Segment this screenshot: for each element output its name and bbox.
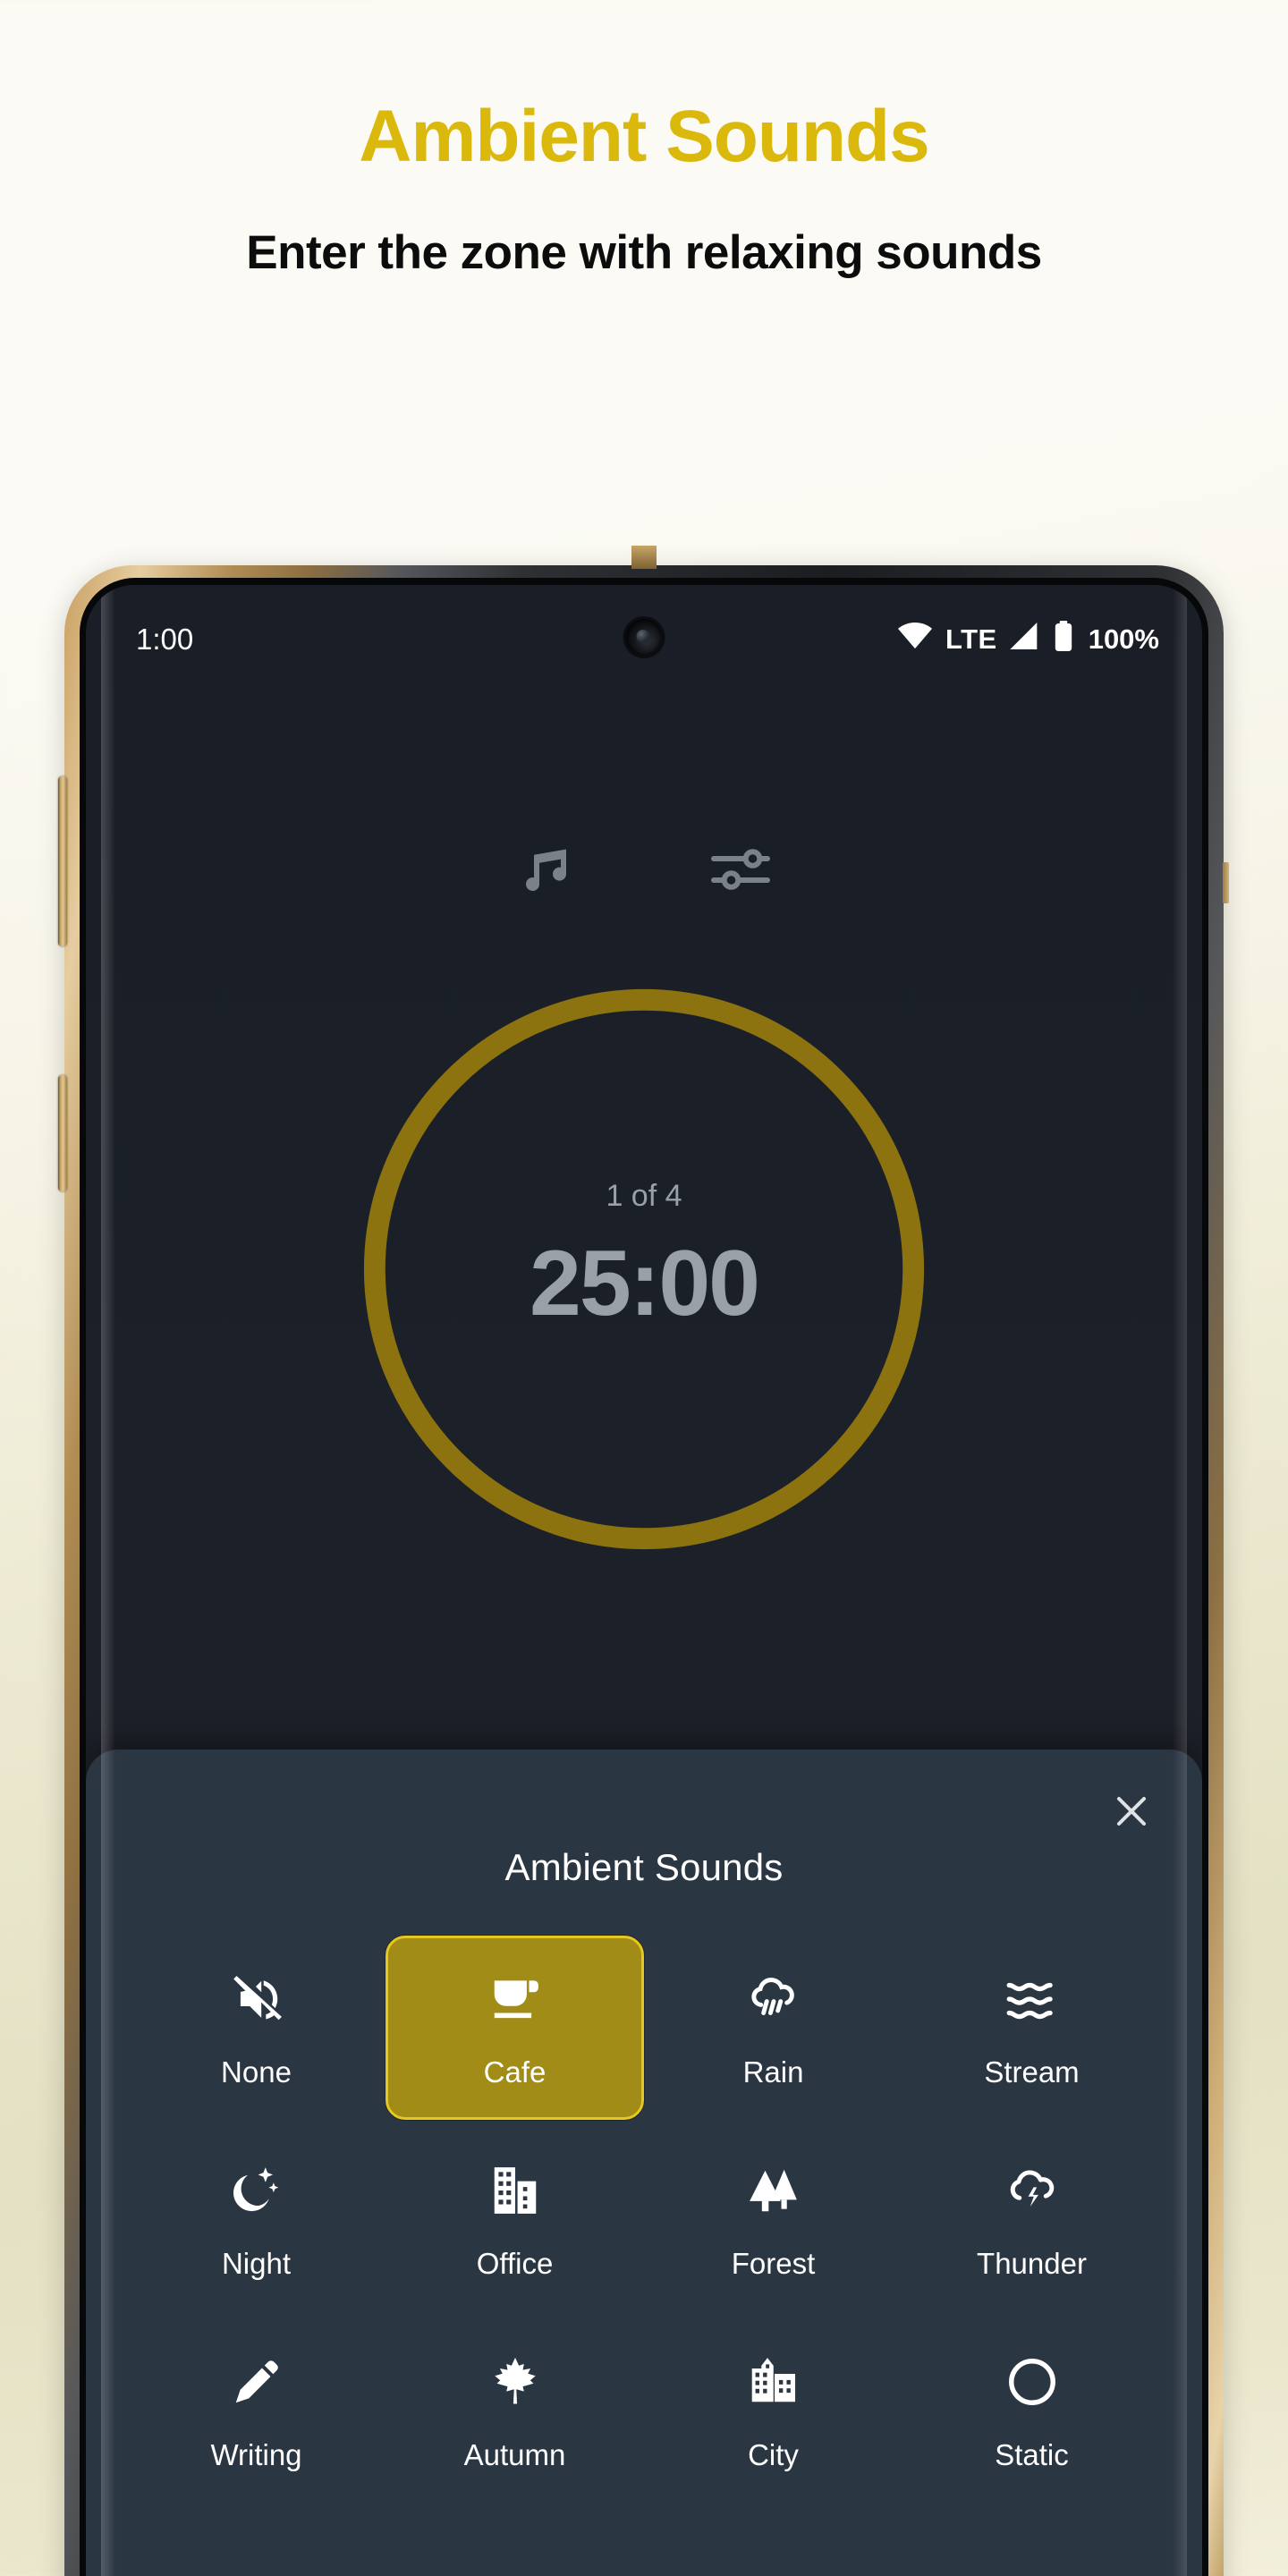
pencil-icon — [229, 2349, 284, 2415]
phone-side-nub — [1223, 862, 1229, 903]
battery-percent-label: 100% — [1088, 623, 1159, 655]
sound-tile-label: Thunder — [977, 2247, 1087, 2280]
thunder-cloud-icon — [1004, 2157, 1060, 2224]
promo-header: Ambient Sounds Enter the zone with relax… — [0, 0, 1288, 284]
tune-sliders-icon[interactable] — [708, 837, 773, 902]
phone-volume-button[interactable] — [58, 1075, 67, 1191]
phone-top-antenna-line — [631, 546, 657, 569]
close-x-icon[interactable] — [1102, 1782, 1161, 1841]
sound-tile-label: Stream — [984, 2055, 1080, 2089]
page-subtitle: Enter the zone with relaxing sounds — [246, 226, 1042, 279]
sound-tile-office[interactable]: Office — [386, 2127, 644, 2311]
sound-tile-autumn[interactable]: Autumn — [386, 2318, 644, 2503]
coffee-cup-icon — [487, 1966, 543, 2032]
sound-tile-label: Static — [995, 2438, 1069, 2471]
sound-tile-static[interactable]: Static — [902, 2318, 1161, 2503]
office-building-icon — [487, 2157, 543, 2224]
sound-tile-label: Forest — [731, 2247, 816, 2280]
waves-icon — [1004, 1966, 1060, 2032]
sound-tile-night[interactable]: Night — [127, 2127, 386, 2311]
timer-countdown-label: 25:00 — [530, 1232, 760, 1335]
sound-tile-rain[interactable]: Rain — [644, 1936, 902, 2120]
circle-icon — [1004, 2349, 1060, 2415]
moon-stars-icon — [229, 2157, 284, 2224]
sound-tile-thunder[interactable]: Thunder — [902, 2127, 1161, 2311]
phone-screen: 1:00 LTE 100% 1 of 4 25:00 Ambient Sound… — [86, 585, 1202, 2576]
sound-tile-label: Cafe — [483, 2055, 547, 2089]
pomodoro-timer: 1 of 4 25:00 — [353, 979, 935, 1560]
status-clock: 1:00 — [136, 623, 194, 656]
sound-tile-city[interactable]: City — [644, 2318, 902, 2503]
sound-tile-none[interactable]: None — [127, 1936, 386, 2120]
sound-tile-label: Office — [476, 2247, 554, 2280]
sound-tile-label: Autumn — [463, 2438, 566, 2471]
battery-full-icon — [1053, 621, 1074, 658]
sheet-title: Ambient Sounds — [504, 1846, 784, 1888]
ambient-sounds-sheet: Ambient Sounds None Cafe Rain Stream Nig… — [86, 1750, 1202, 2576]
page-title: Ambient Sounds — [359, 96, 929, 177]
app-toolbar — [86, 837, 1202, 902]
sound-tile-label: Writing — [210, 2438, 302, 2471]
phone-mockup: 1:00 LTE 100% 1 of 4 25:00 Ambient Sound… — [58, 546, 1229, 2576]
volume-mute-icon — [229, 1966, 284, 2032]
sound-tile-label: None — [221, 2055, 292, 2089]
maple-leaf-icon — [487, 2349, 543, 2415]
rain-cloud-icon — [746, 1966, 801, 2032]
sound-grid: None Cafe Rain Stream Night Office Fores… — [86, 1936, 1202, 2503]
city-skyline-icon — [746, 2349, 801, 2415]
sound-tile-label: City — [748, 2438, 799, 2471]
music-note-icon[interactable] — [515, 837, 580, 902]
sound-tile-stream[interactable]: Stream — [902, 1936, 1161, 2120]
sound-tile-label: Night — [221, 2247, 292, 2280]
sound-tile-writing[interactable]: Writing — [127, 2318, 386, 2503]
sound-tile-cafe[interactable]: Cafe — [386, 1936, 644, 2120]
session-counter-label: 1 of 4 — [606, 1179, 682, 1213]
front-camera-icon — [625, 619, 663, 656]
wifi-icon — [897, 623, 933, 657]
sound-tile-label: Rain — [742, 2055, 804, 2089]
sound-tile-forest[interactable]: Forest — [644, 2127, 902, 2311]
network-type-label: LTE — [945, 623, 997, 655]
phone-power-button[interactable] — [58, 776, 67, 946]
signal-bars-icon — [1010, 623, 1040, 657]
pine-trees-icon — [746, 2157, 801, 2224]
